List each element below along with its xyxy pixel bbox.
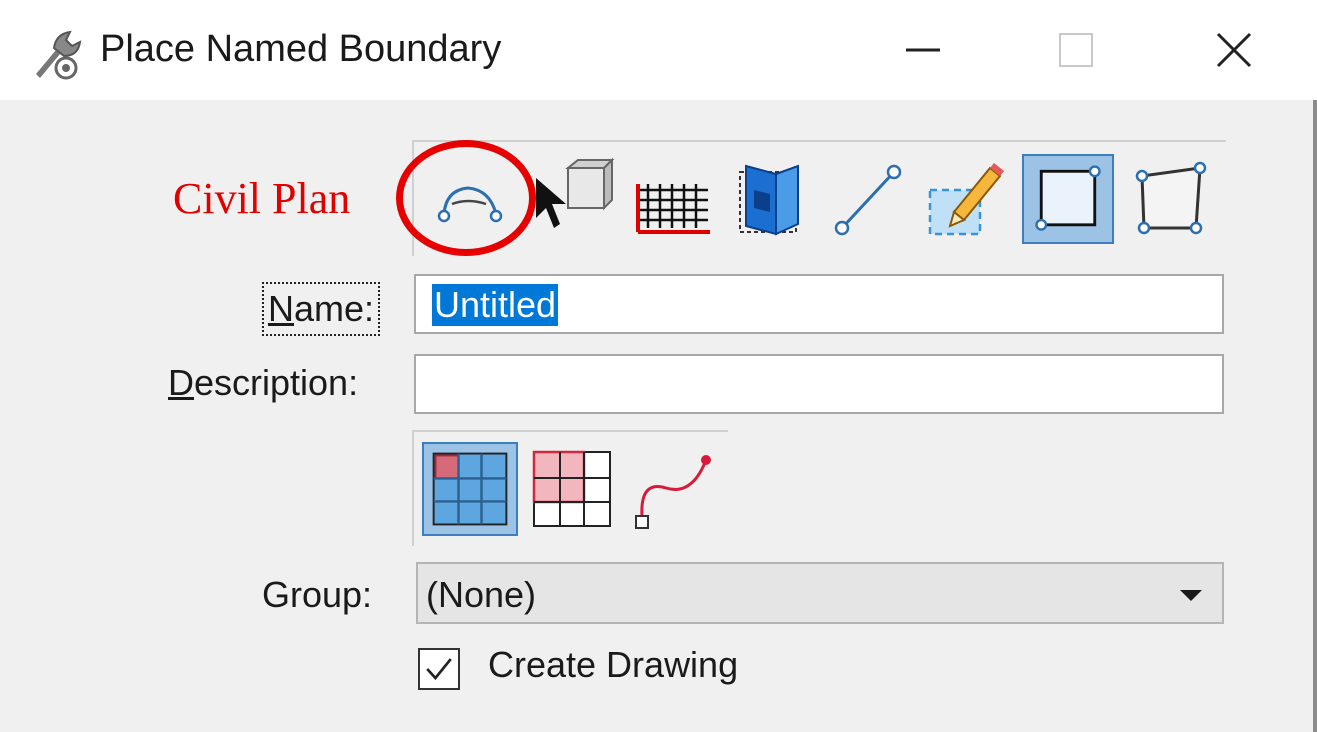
grid-select-multiple-icon[interactable] — [524, 442, 620, 536]
name-label: Name: — [262, 282, 381, 336]
square-boundary-icon[interactable] — [1022, 154, 1114, 244]
select-element-icon[interactable] — [526, 154, 618, 244]
line-icon[interactable] — [822, 154, 914, 244]
curve-path-icon[interactable] — [626, 442, 722, 536]
name-input[interactable]: Untitled — [414, 274, 1224, 334]
sheet-pencil-icon[interactable] — [920, 154, 1012, 244]
window-title: Place Named Boundary — [100, 28, 502, 70]
group-dropdown-value: (None) — [426, 574, 537, 615]
minimize-icon[interactable] — [888, 22, 958, 78]
title-bar: Place Named Boundary — [0, 0, 1317, 100]
create-drawing-checkbox[interactable] — [418, 648, 460, 690]
grid-select-one-icon[interactable] — [422, 442, 518, 536]
group-label: Group: — [262, 574, 373, 615]
annotation-circle — [396, 140, 536, 256]
annotation-label: Civil Plan — [173, 174, 351, 223]
placement-mode-toolbar — [412, 430, 728, 546]
grid-icon[interactable] — [626, 154, 718, 244]
close-icon[interactable] — [1200, 22, 1270, 78]
maximize-icon[interactable] — [1040, 22, 1110, 78]
name-input-value: Untitled — [432, 284, 559, 326]
3d-box-icon[interactable] — [724, 154, 816, 244]
description-input[interactable] — [414, 354, 1224, 414]
chevron-down-icon — [1180, 590, 1202, 601]
description-label: Description: — [168, 362, 359, 403]
app-tools-icon — [36, 30, 82, 80]
create-drawing-label[interactable]: Create Drawing — [488, 644, 738, 686]
group-dropdown[interactable]: (None) — [416, 562, 1224, 624]
shape-boundary-icon[interactable] — [1124, 154, 1216, 244]
